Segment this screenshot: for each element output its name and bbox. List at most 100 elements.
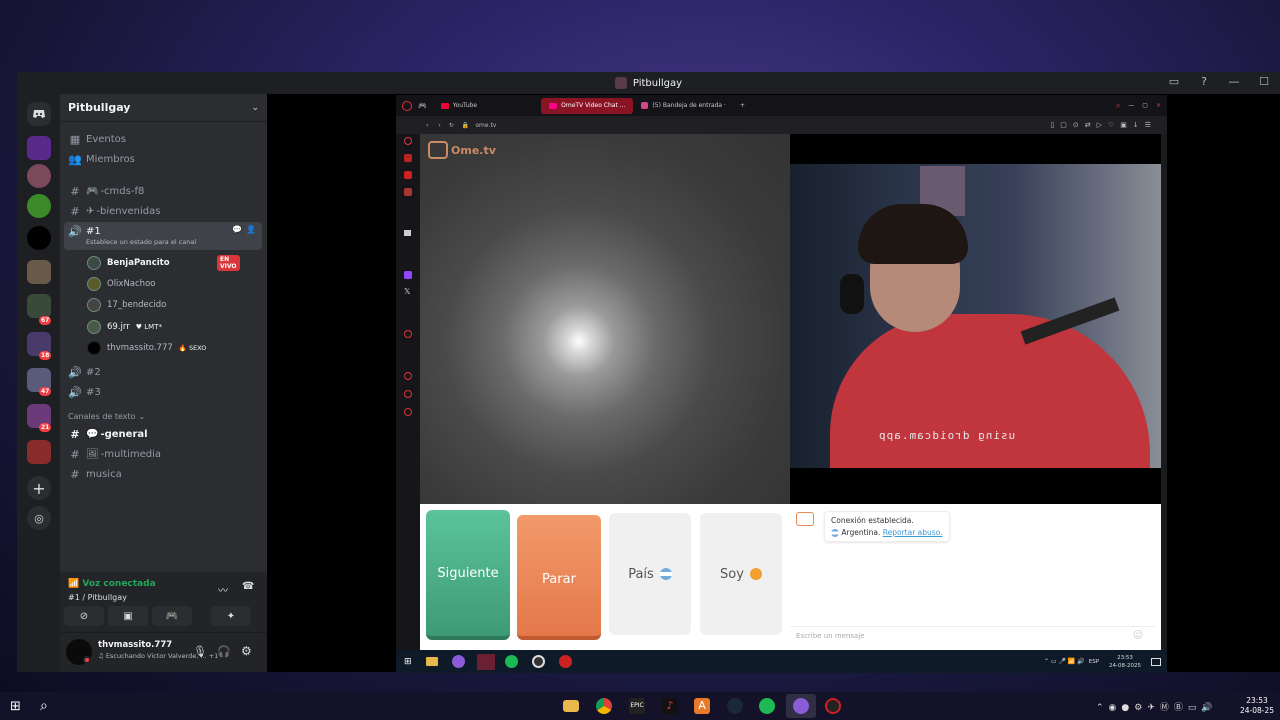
minimize-button[interactable]: — bbox=[1226, 75, 1242, 88]
close-icon[interactable]: ✕ bbox=[1156, 102, 1161, 109]
spotify-icon[interactable] bbox=[759, 698, 775, 714]
ometv-app-icon[interactable] bbox=[558, 655, 572, 668]
channel-bienvenidas[interactable]: # ✈ -bienvenidas bbox=[68, 203, 160, 219]
toolbar-icons[interactable]: ▯▢⊙⇄▷♡▣↓☰ bbox=[1050, 121, 1157, 129]
url-field[interactable]: ome.tv bbox=[475, 122, 496, 129]
message-input[interactable]: Escribe un mensaje bbox=[790, 626, 1155, 646]
emoji-icon[interactable]: ☺ bbox=[1133, 630, 1143, 641]
disconnect-icon[interactable]: ☎ bbox=[242, 581, 254, 592]
new-tab-icon[interactable]: + bbox=[740, 102, 745, 109]
discord-icon[interactable] bbox=[451, 655, 465, 668]
camera-off-button[interactable]: ⊘ bbox=[64, 606, 104, 626]
tab-ometv[interactable]: OmeTV Video Chat ... bbox=[541, 97, 634, 114]
tray-icons[interactable]: ⌃ ▭ 🎤 📶 🔊 bbox=[1044, 658, 1085, 665]
epic-games-icon[interactable]: EPIC bbox=[629, 698, 645, 714]
screen-share-button[interactable]: ▣ bbox=[108, 606, 148, 626]
x-icon[interactable]: 𝕏 bbox=[404, 288, 412, 296]
nav-members[interactable]: 👥 Miembros bbox=[68, 151, 135, 167]
forward-icon[interactable]: › bbox=[438, 122, 440, 129]
voice-channel-2[interactable]: 🔊 #2 bbox=[68, 364, 101, 380]
chrome-icon[interactable] bbox=[596, 698, 612, 714]
opera-icon[interactable] bbox=[402, 100, 412, 111]
tray-lang[interactable]: ESP bbox=[1089, 659, 1099, 665]
clock[interactable]: 23:53 24-08-25 bbox=[1240, 696, 1274, 716]
extensions-icon[interactable] bbox=[404, 390, 412, 398]
activities-button[interactable]: 🎮 bbox=[152, 606, 192, 626]
steam-icon[interactable] bbox=[727, 698, 743, 714]
channel-general[interactable]: # 💬 -general bbox=[68, 426, 147, 442]
server-icon[interactable] bbox=[27, 136, 51, 160]
voice-user[interactable]: OlixNachoo bbox=[87, 277, 155, 291]
shopping-icon[interactable] bbox=[404, 154, 412, 162]
next-button[interactable]: Siguiente bbox=[426, 510, 510, 640]
search-icon[interactable]: ⌕ bbox=[40, 698, 48, 714]
minimize-button[interactable]: — bbox=[1128, 102, 1134, 109]
voice-user[interactable]: BenjaPancito EN VIVO bbox=[87, 255, 240, 271]
flow-icon[interactable] bbox=[404, 137, 412, 145]
discord-icon[interactable] bbox=[793, 698, 809, 714]
report-link[interactable]: Reportar abuso. bbox=[883, 528, 943, 537]
voice-user[interactable]: 17_bendecido bbox=[87, 298, 166, 312]
tab-youtube[interactable]: YouTube bbox=[433, 98, 485, 114]
aria-icon[interactable] bbox=[404, 230, 411, 236]
server-folder[interactable] bbox=[27, 440, 51, 464]
nav-events[interactable]: ▦ Eventos bbox=[68, 131, 126, 147]
player-icon[interactable] bbox=[404, 330, 412, 338]
channel-musica[interactable]: # musica bbox=[68, 466, 121, 482]
country-button[interactable]: País bbox=[609, 513, 691, 635]
server-header[interactable]: Pitbullgay ⌄ bbox=[60, 94, 267, 122]
file-explorer-icon[interactable] bbox=[563, 700, 579, 712]
discord-home-icon[interactable] bbox=[27, 102, 51, 126]
channel-multimedia[interactable]: # 🖼 -multimedia bbox=[68, 446, 161, 462]
gear-icon[interactable]: ⚙ bbox=[241, 644, 252, 658]
server-icon[interactable] bbox=[27, 226, 51, 250]
notification-icon[interactable] bbox=[1151, 657, 1161, 666]
search-icon[interactable]: ⌕ bbox=[1116, 101, 1120, 111]
voice-user[interactable]: thvmassito.777 🔥 SEXO bbox=[87, 341, 206, 355]
tab-instagram[interactable]: (5) Bandeja de entrada · bbox=[633, 98, 733, 114]
settings-icon[interactable] bbox=[404, 408, 412, 416]
inbox-icon[interactable]: ▭ bbox=[1166, 75, 1182, 88]
explore-icon[interactable]: ◎ bbox=[27, 506, 51, 530]
noise-icon[interactable]: 〰 bbox=[218, 582, 228, 597]
telegram-icon[interactable] bbox=[404, 188, 412, 196]
system-tray[interactable]: ⌃◉●⚙✈ⓂⒷ▭🔊 bbox=[1096, 700, 1218, 713]
back-icon[interactable]: ‹ bbox=[426, 122, 428, 129]
ometv-app-icon[interactable] bbox=[825, 698, 841, 714]
tiktok-icon[interactable]: ♪ bbox=[662, 698, 678, 714]
maximize-button[interactable]: ▢ bbox=[1142, 102, 1148, 109]
channel-cmds[interactable]: # 🎮 -cmds-f8 bbox=[68, 183, 144, 199]
stop-button[interactable]: Parar bbox=[517, 515, 601, 640]
help-icon[interactable]: ? bbox=[1196, 75, 1212, 88]
twitch-icon[interactable] bbox=[404, 271, 412, 279]
voice-channel-3[interactable]: 🔊 #3 bbox=[68, 384, 101, 400]
reload-icon[interactable]: ↻ bbox=[449, 122, 454, 129]
text-category[interactable]: Canales de texto ⌄ bbox=[68, 408, 145, 424]
windows-start-icon[interactable]: ⊞ bbox=[10, 699, 21, 714]
spotify-icon[interactable] bbox=[504, 655, 518, 668]
add-server-icon[interactable]: + bbox=[27, 476, 51, 500]
server-icon[interactable] bbox=[27, 194, 51, 218]
voice-location[interactable]: #1 / Pitbullgay bbox=[68, 593, 127, 602]
voice-user[interactable]: 69.jrr ♥ LMT* bbox=[87, 320, 162, 334]
file-explorer-icon[interactable] bbox=[425, 657, 438, 666]
obs-icon[interactable] bbox=[531, 655, 545, 668]
microphone-icon[interactable]: 🎙 bbox=[193, 645, 207, 658]
opera-icon[interactable] bbox=[476, 653, 495, 670]
server-folder[interactable] bbox=[27, 260, 51, 284]
server-icon[interactable] bbox=[27, 164, 51, 188]
gamepad-icon[interactable]: 🎮 bbox=[418, 102, 427, 110]
soundboard-button[interactable]: ✦ bbox=[211, 606, 251, 626]
tray-clock[interactable]: 23:53 24-08-2025 bbox=[1109, 654, 1141, 670]
history-icon[interactable] bbox=[404, 372, 412, 380]
app-a-icon[interactable]: A bbox=[694, 698, 710, 714]
channel-status-hint[interactable]: Establece un estado para el canal bbox=[86, 238, 196, 246]
invite-icon[interactable]: 👤 bbox=[246, 225, 256, 234]
server-folder[interactable] bbox=[27, 294, 51, 318]
maximize-button[interactable]: ☐ bbox=[1256, 75, 1272, 88]
chat-icon[interactable]: 💬 bbox=[232, 225, 242, 234]
windows-start-icon[interactable]: ⊞ bbox=[404, 657, 412, 667]
gender-button[interactable]: Soy bbox=[700, 513, 782, 635]
messenger-icon[interactable] bbox=[404, 171, 412, 179]
active-voice-channel[interactable]: 🔊 #1 Establece un estado para el canal 💬 … bbox=[64, 222, 262, 250]
